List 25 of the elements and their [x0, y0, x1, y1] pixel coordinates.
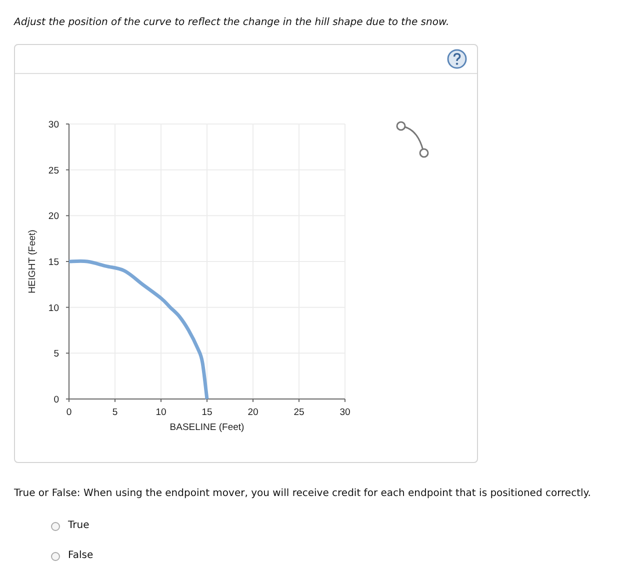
question-text: True or False: When using the endpoint mover, you will receive credit for each endpoint that is positioned correctly.	[14, 487, 592, 501]
y-tick-label: 20	[48, 211, 59, 222]
help-icon[interactable]	[447, 49, 467, 69]
y-tick-label: 30	[48, 120, 59, 130]
x-tick-label: 0	[66, 407, 72, 418]
x-tick-label: 20	[248, 407, 258, 418]
x-tick-label: 10	[156, 407, 166, 418]
curve-tool-icon[interactable]	[396, 121, 429, 158]
x-tick-label: 15	[202, 407, 212, 418]
y-tick-label: 15	[48, 257, 59, 268]
x-tick-label: 5	[112, 407, 118, 418]
y-tick-label: 0	[54, 394, 59, 406]
y-tick-label: 25	[48, 165, 59, 176]
option-label[interactable]: True	[68, 519, 90, 533]
hill-curve[interactable]	[68, 259, 209, 400]
x-tick-label: 30	[340, 407, 350, 418]
radio-button[interactable]	[51, 522, 60, 530]
x-tick-label: 25	[294, 407, 304, 418]
radio-button[interactable]	[51, 552, 60, 560]
y-tick-label: 10	[48, 302, 59, 314]
y-axis-title: HEIGHT (Feet)	[27, 230, 38, 294]
instruction-text: Adjust the position of the curve to reflect the change in the hill shape due to the snow.	[14, 16, 450, 30]
y-tick-label: 5	[54, 348, 59, 360]
option-label[interactable]: False	[68, 549, 94, 563]
x-axis-title: BASELINE (Feet)	[170, 422, 244, 433]
